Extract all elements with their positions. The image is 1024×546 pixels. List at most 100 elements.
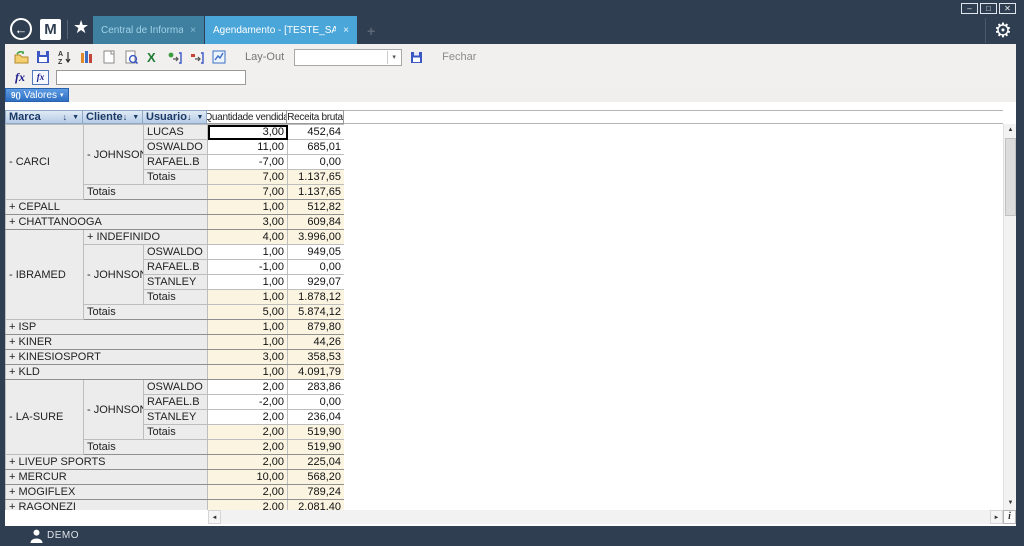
pivot-label-cell[interactable]: Totais: [84, 305, 208, 320]
vertical-scrollbar[interactable]: ▲ ▼: [1003, 124, 1016, 510]
pivot-value-cell[interactable]: 519,90: [288, 425, 345, 440]
pivot-label-cell[interactable]: Totais: [84, 185, 208, 200]
column-header-quantidade-vendida[interactable]: Quantidade vendida: [207, 110, 287, 124]
pivot-value-cell[interactable]: 4.091,79: [288, 365, 345, 380]
favorites-star-icon[interactable]: ★: [73, 17, 89, 38]
pivot-value-cell[interactable]: 5.874,12: [288, 305, 345, 320]
column-header-marca[interactable]: Marca↓▼: [5, 110, 83, 124]
back-icon[interactable]: ←: [10, 18, 32, 40]
column-header-receita-bruta[interactable]: Receita bruta: [287, 110, 344, 124]
app-logo-icon[interactable]: M: [40, 19, 61, 40]
pivot-value-cell[interactable]: 358,53: [288, 350, 345, 365]
pivot-value-cell[interactable]: 1.137,65: [288, 185, 345, 200]
pivot-label-cell[interactable]: RAFAEL.B: [144, 395, 208, 410]
pivot-value-cell[interactable]: 512,82: [288, 200, 345, 215]
pivot-value-cell[interactable]: 789,24: [288, 485, 345, 500]
pivot-value-cell[interactable]: 4,00: [208, 230, 288, 245]
pivot-value-cell[interactable]: 879,80: [288, 320, 345, 335]
filter-icon[interactable]: ▼: [132, 114, 139, 121]
pivot-value-cell[interactable]: 44,26: [288, 335, 345, 350]
open-icon[interactable]: [13, 49, 29, 65]
pivot-value-cell[interactable]: 1,00: [208, 200, 288, 215]
formula-input[interactable]: [56, 70, 246, 85]
sort-icon[interactable]: ↓: [187, 112, 192, 122]
sort-az-icon[interactable]: AZ: [57, 49, 73, 65]
save-icon[interactable]: [35, 49, 51, 65]
pivot-label-cell[interactable]: - JOHNSON: [84, 125, 144, 185]
pivot-label-cell[interactable]: STANLEY: [144, 275, 208, 290]
pivot-value-cell[interactable]: 7,00: [208, 185, 288, 200]
pivot-value-cell[interactable]: 1,00: [208, 365, 288, 380]
column-header-cliente[interactable]: Cliente↓▼: [83, 110, 143, 124]
pivot-label-cell[interactable]: OSWALDO: [144, 245, 208, 260]
pivot-label-cell[interactable]: - CARCI: [6, 125, 84, 200]
export-add-icon[interactable]: [167, 49, 183, 65]
pivot-value-cell[interactable]: 519,90: [288, 440, 345, 455]
filter-icon[interactable]: ▼: [72, 114, 79, 121]
scroll-up-icon[interactable]: ▲: [1004, 124, 1017, 137]
pivot-label-cell[interactable]: + CHATTANOOGA: [6, 215, 208, 230]
pivot-value-cell[interactable]: 609,84: [288, 215, 345, 230]
pivot-value-cell[interactable]: 2,00: [208, 425, 288, 440]
pivot-label-cell[interactable]: - JOHNSON: [84, 245, 144, 305]
fechar-button[interactable]: Fechar: [442, 51, 476, 63]
pivot-label-cell[interactable]: + KINESIOSPORT: [6, 350, 208, 365]
tab-central-de-informacoes[interactable]: Central de Informações ×: [93, 16, 204, 44]
pivot-value-cell[interactable]: 3,00: [208, 125, 288, 140]
chart-icon[interactable]: [211, 49, 227, 65]
pivot-label-cell[interactable]: - IBRAMED: [6, 230, 84, 320]
tab-agendamento[interactable]: Agendamento - [TESTE_SAMUEL] ×: [205, 16, 357, 44]
export-remove-icon[interactable]: [189, 49, 205, 65]
pivot-value-cell[interactable]: 1,00: [208, 275, 288, 290]
pivot-label-cell[interactable]: + MERCUR: [6, 470, 208, 485]
pivot-label-cell[interactable]: STANLEY: [144, 410, 208, 425]
pivot-value-cell[interactable]: 10,00: [208, 470, 288, 485]
pivot-value-cell[interactable]: 0,00: [288, 395, 345, 410]
pivot-value-cell[interactable]: 0,00: [288, 155, 345, 170]
pivot-value-cell[interactable]: 452,64: [288, 125, 345, 140]
pivot-label-cell[interactable]: + CEPALL: [6, 200, 208, 215]
pivot-label-cell[interactable]: - LA-SURE: [6, 380, 84, 455]
pivot-value-cell[interactable]: 2.081,40: [288, 500, 345, 511]
pivot-label-cell[interactable]: + KLD: [6, 365, 208, 380]
pivot-label-cell[interactable]: RAFAEL.B: [144, 155, 208, 170]
pivot-label-cell[interactable]: + ISP: [6, 320, 208, 335]
pivot-value-cell[interactable]: 3.996,00: [288, 230, 345, 245]
pivot-label-cell[interactable]: + RAGONEZI: [6, 500, 208, 511]
pivot-label-cell[interactable]: - JOHNSON: [84, 380, 144, 440]
preview-icon[interactable]: [123, 49, 139, 65]
pivot-label-cell[interactable]: OSWALDO: [144, 140, 208, 155]
books-icon[interactable]: [79, 49, 95, 65]
pivot-value-cell[interactable]: 1,00: [208, 320, 288, 335]
pivot-label-cell[interactable]: Totais: [84, 440, 208, 455]
pivot-value-cell[interactable]: 1.137,65: [288, 170, 345, 185]
column-header-usuario[interactable]: Usuario↓▼: [143, 110, 207, 124]
pivot-label-cell[interactable]: Totais: [144, 425, 208, 440]
sort-icon[interactable]: ↓: [63, 112, 68, 122]
formula-box-icon[interactable]: fx: [32, 70, 49, 85]
pivot-value-cell[interactable]: 1.878,12: [288, 290, 345, 305]
pivot-value-cell[interactable]: 7,00: [208, 170, 288, 185]
pivot-label-cell[interactable]: + MOGIFLEX: [6, 485, 208, 500]
values-field-caret-icon[interactable]: ▾: [60, 91, 64, 99]
pivot-value-cell[interactable]: 2,00: [208, 410, 288, 425]
pivot-value-cell[interactable]: 236,04: [288, 410, 345, 425]
excel-icon[interactable]: X: [145, 49, 161, 65]
horizontal-scrollbar[interactable]: ◄ ►: [208, 510, 1003, 524]
maximize-button[interactable]: □: [980, 3, 997, 14]
pivot-value-cell[interactable]: 2,00: [208, 485, 288, 500]
pivot-value-cell[interactable]: -1,00: [208, 260, 288, 275]
vertical-scrollbar-thumb[interactable]: [1005, 138, 1016, 216]
pivot-value-cell[interactable]: 2,00: [208, 440, 288, 455]
pivot-value-cell[interactable]: 283,86: [288, 380, 345, 395]
pivot-value-cell[interactable]: 1,00: [208, 290, 288, 305]
pivot-label-cell[interactable]: + INDEFINIDO: [84, 230, 208, 245]
minimize-button[interactable]: –: [961, 3, 978, 14]
pivot-value-cell[interactable]: 568,20: [288, 470, 345, 485]
pivot-label-cell[interactable]: Totais: [144, 290, 208, 305]
filter-icon[interactable]: ▼: [196, 114, 203, 121]
pivot-value-cell[interactable]: 949,05: [288, 245, 345, 260]
layout-combobox[interactable]: ▾: [294, 49, 402, 66]
scroll-down-icon[interactable]: ▼: [1004, 497, 1017, 510]
pivot-label-cell[interactable]: OSWALDO: [144, 380, 208, 395]
